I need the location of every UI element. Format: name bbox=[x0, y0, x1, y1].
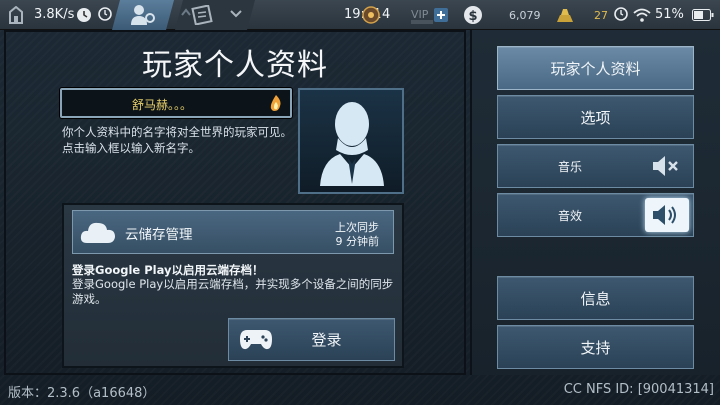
music-label: 音乐 bbox=[558, 160, 583, 174]
flame-icon bbox=[268, 94, 284, 112]
menu-profile-button[interactable]: 玩家个人资料 bbox=[497, 46, 694, 90]
menu-info-label: 信息 bbox=[580, 289, 611, 308]
tab-profile[interactable] bbox=[112, 0, 174, 30]
sfx-toggle[interactable]: 音效 bbox=[497, 193, 694, 237]
avatar[interactable] bbox=[298, 88, 404, 194]
rank-emblem-icon bbox=[362, 6, 380, 24]
menu-profile-label: 玩家个人资料 bbox=[550, 59, 641, 78]
google-play-enable-title: 登录Google Play以启用云端存档！ bbox=[72, 263, 264, 277]
sync-icon bbox=[76, 7, 92, 23]
page-title: 玩家个人资料 bbox=[142, 48, 328, 83]
menu-options-label: 选项 bbox=[580, 108, 611, 127]
net-speed: 3.8K/s bbox=[34, 7, 75, 22]
svg-text:$: $ bbox=[468, 9, 477, 24]
tab-log[interactable] bbox=[175, 0, 255, 30]
login-label: 登录 bbox=[311, 331, 342, 349]
user-gear-icon bbox=[130, 4, 156, 26]
caret-up-icon bbox=[181, 8, 191, 16]
gamepad-icon bbox=[239, 327, 273, 351]
google-play-enable-desc: 登录Google Play以启用云端存档，并实现多个设备之间的同步游戏。 bbox=[72, 277, 394, 306]
battery-icon bbox=[692, 9, 714, 21]
garage-icon bbox=[8, 6, 24, 24]
last-sync-value: 9 分钟前 bbox=[335, 235, 380, 248]
sfx-label: 音效 bbox=[558, 209, 583, 223]
alarm-icon bbox=[98, 7, 112, 21]
login-button[interactable]: 登录 bbox=[228, 318, 395, 361]
rank-value: 4 bbox=[382, 7, 391, 22]
speaker-on-icon bbox=[651, 203, 681, 227]
alarm-clock-icon bbox=[614, 7, 628, 21]
battery-percent: 51% bbox=[655, 7, 684, 22]
user-silhouette-icon bbox=[318, 98, 386, 186]
speaker-muted-icon bbox=[651, 154, 681, 178]
profile-hint: 你个人资料中的名字将对全世界的玩家可见。点击输入框以输入新名字。 bbox=[62, 125, 292, 155]
chevron-down-icon[interactable] bbox=[230, 10, 242, 18]
add-vip-button[interactable] bbox=[434, 8, 448, 22]
player-name-field[interactable]: 舒马赫。。。 bbox=[60, 88, 292, 118]
cloud-icon bbox=[79, 219, 117, 245]
menu-options-button[interactable]: 选项 bbox=[497, 95, 694, 139]
garage-tab[interactable] bbox=[0, 0, 30, 30]
gold-value: 27 bbox=[594, 9, 608, 22]
menu-info-button[interactable]: 信息 bbox=[497, 276, 694, 320]
music-toggle[interactable]: 音乐 bbox=[497, 144, 694, 188]
cloud-storage-header[interactable]: 云储存管理 上次同步 9 分钟前 bbox=[72, 210, 394, 254]
version-text: 版本：2.3.6（a16648） bbox=[8, 386, 156, 401]
wifi-icon bbox=[633, 8, 651, 22]
cash-icon: $ bbox=[463, 5, 483, 25]
menu-support-button[interactable]: 支持 bbox=[497, 325, 694, 369]
vip-bar-icon bbox=[411, 20, 433, 24]
cc-id-text: CC NFS ID: [90041314] bbox=[563, 382, 714, 397]
player-name-value: 舒马赫。。。 bbox=[131, 98, 192, 112]
clipboard-icon bbox=[191, 5, 213, 25]
top-bar: 3.8K/s 19:41 4 VIP $ 6,079 27 bbox=[0, 0, 720, 30]
menu-support-label: 支持 bbox=[580, 338, 611, 357]
gold-icon bbox=[556, 6, 574, 24]
cloud-storage-title: 云储存管理 bbox=[125, 227, 193, 243]
cash-value: 6,079 bbox=[509, 9, 541, 22]
